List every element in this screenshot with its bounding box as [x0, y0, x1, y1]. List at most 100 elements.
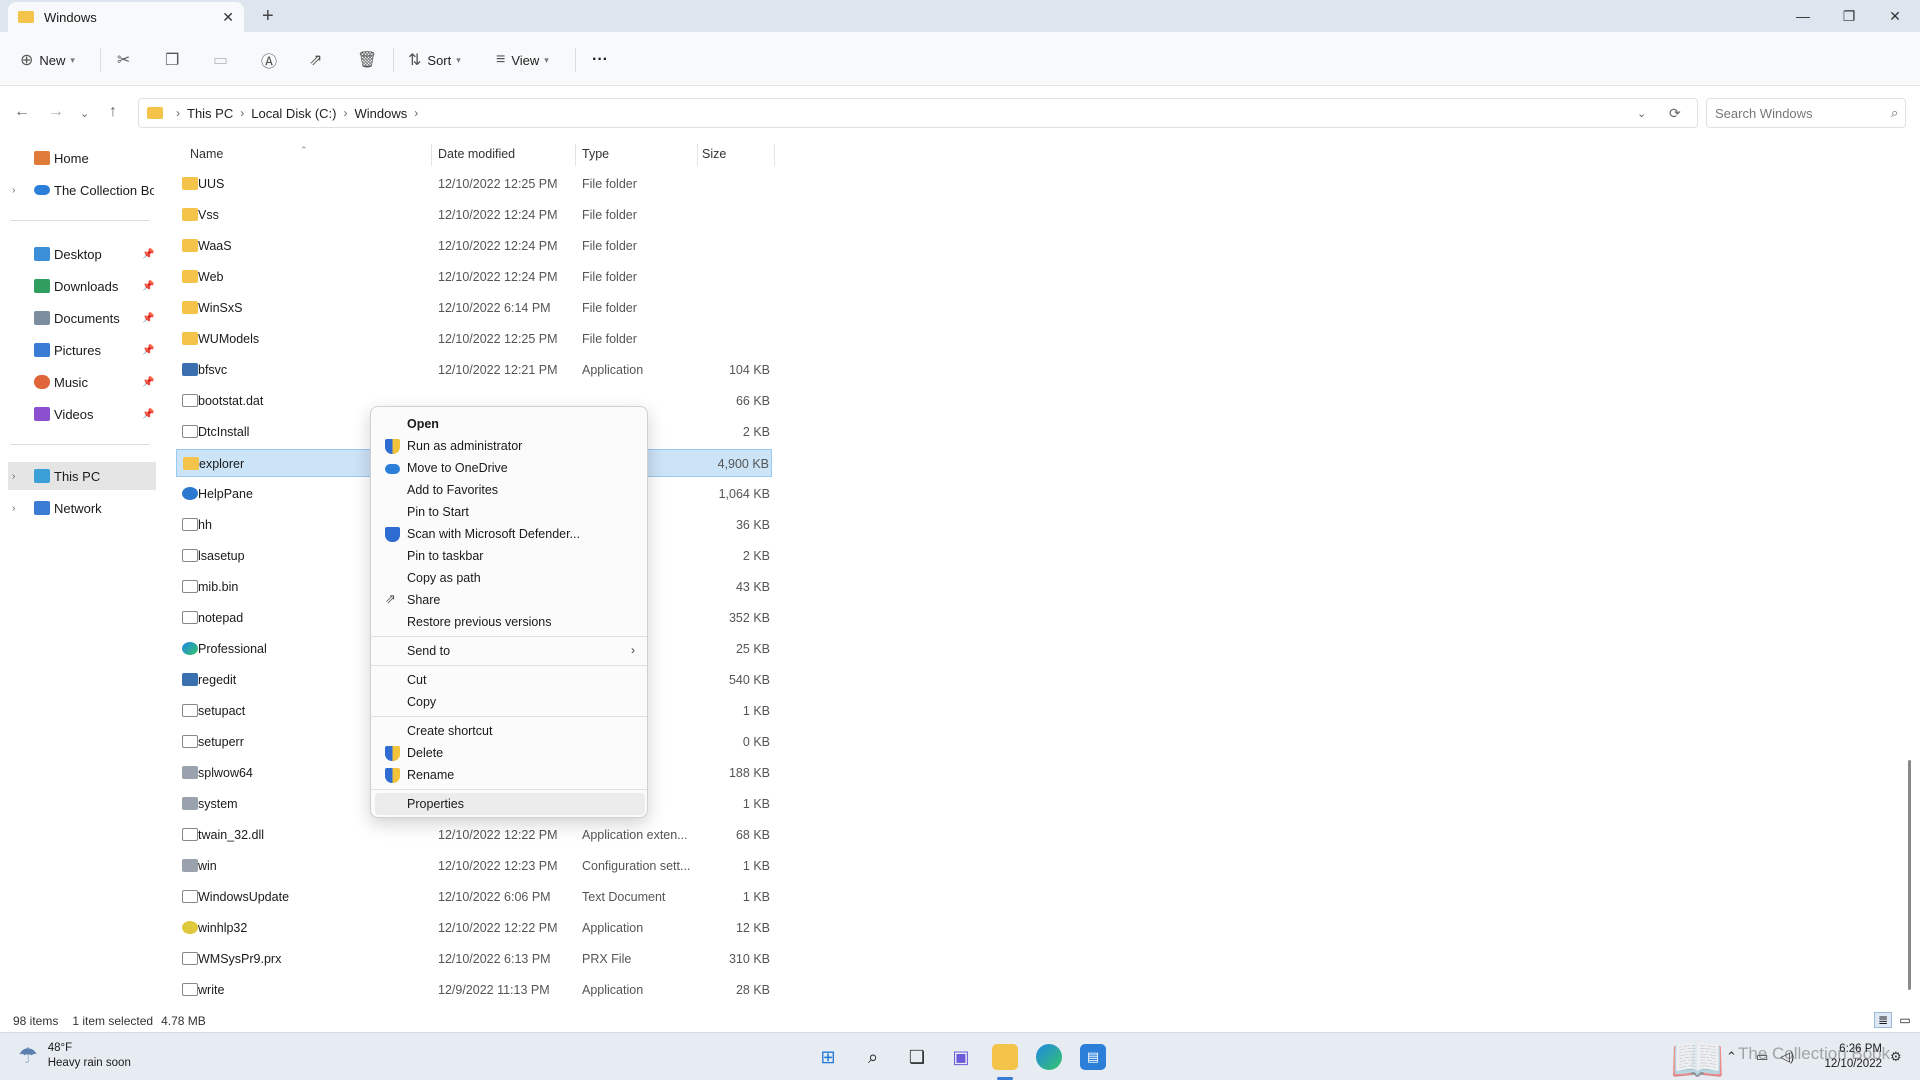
new-tab-button[interactable]: + [262, 5, 274, 28]
folder-icon [182, 270, 198, 283]
file-row[interactable]: WaaS 12/10/2022 12:24 PM File folder [176, 232, 772, 260]
search-button[interactable]: ⌕ [860, 1044, 886, 1070]
file-row[interactable]: twain_32.dll 12/10/2022 12:22 PM Applicati… [176, 821, 772, 849]
store-button[interactable]: ▤ [1080, 1044, 1106, 1070]
column-label: Date modified [438, 147, 516, 161]
file-row[interactable]: WindowsUpdate 12/10/2022 6:06 PM Text Docu… [176, 883, 772, 911]
search-input[interactable] [1715, 105, 1891, 121]
show-hidden-icons-button[interactable]: ⌃ [1726, 1049, 1737, 1065]
minimize-button[interactable]: — [1780, 0, 1826, 32]
menu-item-restore-previous-versions[interactable]: Restore previous versions [375, 611, 645, 633]
rename-button[interactable]: Ⓐ [261, 46, 283, 74]
more-options-button[interactable]: ··· [592, 46, 608, 74]
file-row[interactable]: WUModels 12/10/2022 12:25 PM File folder [176, 325, 772, 353]
column-header-type[interactable]: Type [582, 140, 609, 168]
column-divider[interactable] [575, 144, 576, 166]
sidebar-item-downloads[interactable]: Downloads 📌 [0, 272, 156, 300]
notifications-button[interactable]: ⚙ [1890, 1049, 1902, 1065]
file-explorer-taskbar-button[interactable] [992, 1044, 1018, 1070]
close-window-button[interactable]: ✕ [1872, 0, 1918, 32]
breadcrumb-local-disk[interactable]: Local Disk (C:) [251, 106, 336, 121]
sort-button[interactable]: ⇅ Sort ▾ [408, 46, 461, 74]
file-row[interactable]: UUS 12/10/2022 12:25 PM File folder [176, 170, 772, 198]
menu-item-properties[interactable]: Properties [375, 793, 645, 815]
address-bar[interactable]: › This PC › Local Disk (C:) › Windows › … [138, 98, 1698, 128]
menu-item-delete[interactable]: Delete [375, 742, 645, 764]
scrollbar-thumb[interactable] [1908, 760, 1911, 990]
menu-item-add-to-favorites[interactable]: Add to Favorites [375, 479, 645, 501]
tiles-view-button[interactable]: ▭ [1896, 1012, 1914, 1028]
column-divider[interactable] [697, 144, 698, 166]
column-header-date[interactable]: Date modified [438, 140, 515, 168]
download-icon [34, 279, 50, 293]
start-button[interactable]: ⊞ [815, 1044, 841, 1070]
chat-button[interactable]: ▣ [948, 1044, 974, 1070]
menu-item-pin-to-start[interactable]: Pin to Start [375, 501, 645, 523]
vertical-scrollbar[interactable] [1908, 140, 1912, 1020]
recent-locations-button[interactable]: ⌄ [80, 107, 89, 120]
copy-button[interactable]: ❐ [165, 46, 185, 74]
column-divider[interactable] [431, 144, 432, 166]
file-name: Vss [198, 208, 219, 222]
delete-button[interactable]: 🗑 [357, 46, 383, 74]
menu-item-cut[interactable]: Cut [375, 669, 645, 691]
view-button[interactable]: ≡ View ▾ [496, 46, 549, 74]
window-tab[interactable]: Windows ✕ [8, 2, 244, 32]
menu-item-send-to[interactable]: Send to › [375, 640, 645, 662]
file-row[interactable]: write 12/9/2022 11:13 PM Application 28 KB [176, 976, 772, 1004]
sidebar-item-videos[interactable]: Videos 📌 [0, 400, 156, 428]
menu-item-share[interactable]: ⇗ Share [375, 589, 645, 611]
menu-item-copy[interactable]: Copy [375, 691, 645, 713]
menu-item-run-as-administrator[interactable]: Run as administrator [375, 435, 645, 457]
sidebar-item-this-pc[interactable]: › This PC [8, 462, 156, 490]
close-tab-button[interactable]: ✕ [222, 9, 234, 26]
sidebar-item-pictures[interactable]: Pictures 📌 [0, 336, 156, 364]
file-row[interactable]: WinSxS 12/10/2022 6:14 PM File folder [176, 294, 772, 322]
task-view-button[interactable]: ❏ [904, 1044, 930, 1070]
file-row[interactable]: Web 12/10/2022 12:24 PM File folder [176, 263, 772, 291]
uac-shield-icon [385, 439, 400, 454]
menu-item-move-to-onedrive[interactable]: Move to OneDrive [375, 457, 645, 479]
file-row[interactable]: WMSysPr9.prx 12/10/2022 6:13 PM PRX File 31… [176, 945, 772, 973]
column-header-size[interactable]: Size [702, 140, 726, 168]
new-button[interactable]: ⊕ New ▾ [20, 46, 75, 74]
forward-button[interactable]: → [48, 103, 64, 121]
breadcrumb-this-pc[interactable]: This PC [187, 106, 233, 121]
weather-widget[interactable]: ☂ 48°F Heavy rain soon [18, 1041, 131, 1071]
file-date: 12/10/2022 12:25 PM [438, 332, 558, 346]
paste-button[interactable]: ▭ [213, 46, 234, 74]
sidebar-item-desktop[interactable]: Desktop 📌 [0, 240, 156, 268]
back-button[interactable]: ← [14, 103, 30, 121]
file-row[interactable]: Vss 12/10/2022 12:24 PM File folder [176, 201, 772, 229]
share-button[interactable]: ⇗ [309, 46, 328, 74]
file-row[interactable]: bfsvc 12/10/2022 12:21 PM Application 104 K… [176, 356, 772, 384]
breadcrumb-windows[interactable]: Windows [354, 106, 407, 121]
menu-item-copy-as-path[interactable]: Copy as path [375, 567, 645, 589]
file-name: bootstat.dat [198, 394, 264, 408]
maximize-button[interactable]: ❐ [1826, 0, 1872, 32]
folder-icon [182, 239, 198, 252]
sort-icon: ⇅ [408, 52, 422, 69]
file-date: 12/10/2022 6:06 PM [438, 890, 551, 904]
file-row[interactable]: win 12/10/2022 12:23 PM Configuration sett… [176, 852, 772, 880]
cut-button[interactable]: ✂ [117, 46, 136, 74]
sidebar-item-documents[interactable]: Documents 📌 [0, 304, 156, 332]
sidebar-item-onedrive[interactable]: › The Collection Boo [0, 176, 156, 204]
refresh-button[interactable]: ⟳ [1669, 105, 1681, 122]
menu-item-rename[interactable]: Rename [375, 764, 645, 786]
column-header-name[interactable]: Name [190, 140, 223, 168]
menu-item-create-shortcut[interactable]: Create shortcut [375, 720, 645, 742]
sidebar-item-music[interactable]: Music 📌 [0, 368, 156, 396]
up-button[interactable]: ↑ [109, 103, 117, 121]
file-row[interactable]: winhlp32 12/10/2022 12:22 PM Application 12… [176, 914, 772, 942]
edge-button[interactable] [1036, 1044, 1062, 1070]
menu-item-pin-to-taskbar[interactable]: Pin to taskbar [375, 545, 645, 567]
column-divider[interactable] [774, 144, 775, 166]
search-box[interactable]: ⌕ [1706, 98, 1906, 128]
menu-item-open[interactable]: Open [375, 413, 645, 435]
details-view-button[interactable]: ≣ [1874, 1012, 1892, 1028]
sidebar-item-home[interactable]: Home [0, 144, 156, 172]
sidebar-item-network[interactable]: › Network [0, 494, 156, 522]
menu-item-scan-with-microsoft-defender[interactable]: Scan with Microsoft Defender... [375, 523, 645, 545]
address-history-button[interactable]: ⌄ [1637, 107, 1646, 120]
